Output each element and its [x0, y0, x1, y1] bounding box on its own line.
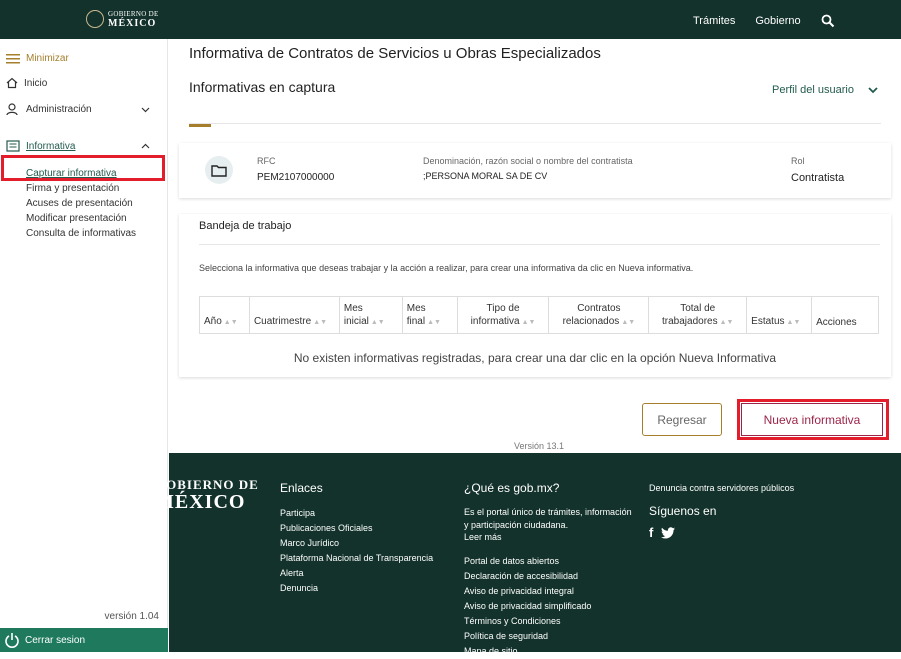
footer-link[interactable]: Publicaciones Oficiales	[280, 521, 433, 536]
tray-title: Bandeja de trabajo	[199, 220, 292, 232]
col-mes-inicial[interactable]: Mes inicial ▲▼	[338, 296, 403, 334]
facebook-icon[interactable]: f	[649, 525, 653, 540]
footer-link[interactable]: Política de seguridad	[464, 629, 634, 644]
col-anio[interactable]: Año ▲▼	[199, 296, 250, 334]
footer-link[interactable]: Marco Jurídico	[280, 536, 433, 551]
footer-link[interactable]: Aviso de privacidad simplificado	[464, 599, 634, 614]
submenu-firma[interactable]: Firma y presentación	[26, 181, 136, 196]
document-icon	[6, 140, 20, 152]
footer-link[interactable]: Mapa de sitio	[464, 644, 634, 659]
read-more-link[interactable]: Leer más	[464, 532, 502, 542]
name-value: ;PERSONA MORAL SA DE CV	[423, 171, 548, 181]
home-icon	[6, 77, 18, 89]
col-acciones: Acciones	[811, 296, 879, 334]
footer-links-title: Enlaces	[280, 481, 323, 495]
footer-link[interactable]: Denuncia	[280, 581, 433, 596]
rfc-value: PEM2107000000	[257, 172, 335, 183]
main-content: Informativa de Contratos de Servicios u …	[169, 39, 901, 453]
empty-message: No existen informativas registradas, par…	[293, 351, 777, 365]
chevron-down-icon	[868, 86, 878, 93]
footer-gob-desc: Es el portal único de trámites, informac…	[464, 507, 632, 542]
profile-label: Perfil del usuario	[772, 84, 854, 96]
page-title: Informativa de Contratos de Servicios u …	[189, 45, 601, 62]
section-subtitle: Informativas en captura	[189, 79, 336, 95]
footer-contact: Denuncia contra servidores públicos Sígu…	[649, 481, 794, 540]
informativas-table: Año ▲▼ Cuatrimestre ▲▼ Mes inicial ▲▼ Mes f…	[199, 296, 879, 334]
minimize-button[interactable]: Minimizar	[6, 53, 69, 64]
sidebar-version: versión 1.04	[104, 611, 159, 622]
highlight-box	[1, 155, 165, 181]
nav-gobierno[interactable]: Gobierno	[755, 15, 800, 27]
minimize-label: Minimizar	[26, 53, 69, 64]
gob-logo[interactable]: GOBIERNO DE MÉXICO	[86, 10, 159, 29]
submenu-consulta[interactable]: Consulta de informativas	[26, 226, 136, 241]
col-cuatrimestre[interactable]: Cuatrimestre ▲▼	[248, 296, 340, 334]
sidebar: Minimizar Inicio Administración Informat…	[0, 39, 168, 652]
sidebar-item-label: Informativa	[26, 140, 76, 152]
search-icon[interactable]	[821, 14, 835, 28]
profile-dropdown[interactable]: Perfil del usuario	[772, 84, 878, 96]
back-button[interactable]: Regresar	[642, 403, 722, 436]
footer-links: Enlaces Participa Publicaciones Oficiale…	[280, 481, 433, 596]
sidebar-item-informativa[interactable]: Informativa	[6, 140, 156, 152]
power-icon	[5, 633, 19, 648]
sidebar-item-label: Inicio	[24, 77, 48, 89]
logout-button[interactable]: Cerrar sesion	[0, 628, 168, 652]
footer: GOBIERNO DE MÉXICO Enlaces Participa Pub…	[155, 453, 901, 656]
twitter-icon[interactable]	[661, 526, 676, 539]
col-contratos[interactable]: Contratos relacionados ▲▼	[548, 296, 650, 334]
sidebar-item-administracion[interactable]: Administración	[6, 103, 156, 116]
footer-link[interactable]: Alerta	[280, 566, 433, 581]
col-tipo[interactable]: Tipo de informativa ▲▼	[456, 296, 550, 334]
footer-link[interactable]: Aviso de privacidad integral	[464, 584, 634, 599]
chevron-down-icon[interactable]	[141, 107, 150, 113]
contractor-info-card: RFC PEM2107000000 Denominación, razón so…	[179, 143, 891, 198]
follow-label: Síguenos en	[649, 504, 717, 518]
highlight-box	[737, 399, 889, 440]
accent-line	[189, 124, 211, 127]
submenu-modificar[interactable]: Modificar presentación	[26, 211, 136, 226]
name-label: Denominación, razón social o nombre del …	[423, 156, 633, 166]
work-tray-card: Bandeja de trabajo Selecciona la informa…	[179, 214, 891, 377]
submenu-acuses[interactable]: Acuses de presentación	[26, 196, 136, 211]
footer-link[interactable]: Plataforma Nacional de Transparencia	[280, 551, 433, 566]
table-header-row: Año ▲▼ Cuatrimestre ▲▼ Mes inicial ▲▼ Mes f…	[199, 296, 879, 334]
rol-label: Rol	[791, 156, 805, 166]
denuncia-link[interactable]: Denuncia contra servidores públicos	[649, 481, 794, 496]
footer-gob-title: ¿Qué es gob.mx?	[464, 481, 560, 495]
nav-tramites[interactable]: Trámites	[693, 15, 735, 27]
menu-icon	[6, 53, 20, 63]
col-mes-final[interactable]: Mes final ▲▼	[401, 296, 458, 334]
footer-link[interactable]: Participa	[280, 506, 433, 521]
sidebar-item-label: Administración	[26, 104, 92, 115]
top-navbar: GOBIERNO DE MÉXICO Trámites Gobierno	[0, 0, 901, 39]
user-icon	[6, 103, 18, 116]
footer-logo: GOBIERNO DE MÉXICO	[155, 477, 259, 513]
eagle-seal-icon	[86, 10, 104, 28]
footer-link[interactable]: Términos y Condiciones	[464, 614, 634, 629]
footer-link[interactable]: Portal de datos abiertos	[464, 554, 634, 569]
footer-link[interactable]: Declaración de accesibilidad	[464, 569, 634, 584]
chevron-up-icon[interactable]	[141, 143, 150, 149]
divider	[189, 123, 881, 124]
app-version: Versión 13.1	[514, 441, 565, 451]
sidebar-item-inicio[interactable]: Inicio	[6, 77, 47, 89]
rfc-label: RFC	[257, 156, 276, 166]
rol-value: Contratista	[791, 172, 845, 184]
logout-label: Cerrar sesion	[25, 634, 86, 646]
col-trabajadores[interactable]: Total de trabajadores ▲▼	[648, 296, 748, 334]
divider	[199, 244, 880, 245]
col-estatus[interactable]: Estatus ▲▼	[746, 296, 813, 334]
logo-line2: MÉXICO	[108, 18, 157, 29]
footer-gob: ¿Qué es gob.mx? Es el portal único de tr…	[464, 481, 634, 659]
tray-instructions: Selecciona la informativa que deseas tra…	[199, 263, 694, 273]
folder-icon	[205, 156, 233, 184]
